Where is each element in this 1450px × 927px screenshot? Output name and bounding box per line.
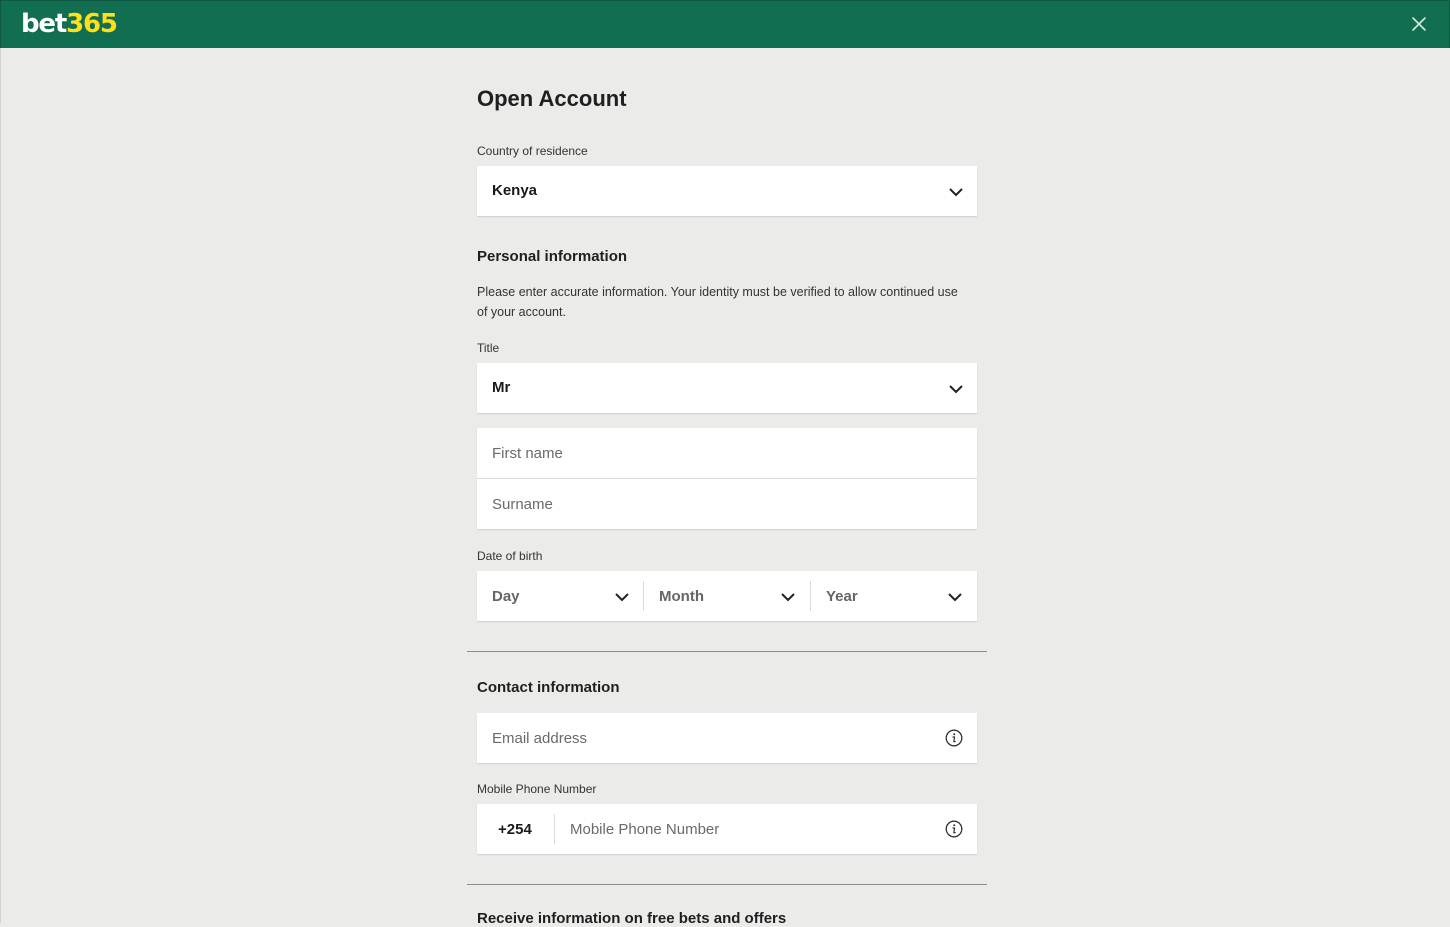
country-label: Country of residence xyxy=(477,144,588,158)
first-name-placeholder: First name xyxy=(492,445,563,462)
first-name-input[interactable]: First name xyxy=(477,428,977,478)
logo-text-bet: bet xyxy=(21,9,67,39)
date-of-birth-selects: Day Month Year xyxy=(477,571,977,621)
page-body: Open Account Country of residence Kenya … xyxy=(0,48,1450,927)
top-bar: bet365 xyxy=(0,0,1450,48)
title-label: Title xyxy=(477,341,500,355)
logo-text-365: 365 xyxy=(66,9,118,39)
country-code-prefix: +254 xyxy=(498,821,532,838)
email-field[interactable]: Email address xyxy=(477,713,977,763)
chevron-down-icon xyxy=(948,593,962,602)
date-of-birth-label: Date of birth xyxy=(477,549,543,563)
bet365-logo[interactable]: bet365 xyxy=(21,7,118,41)
section-divider xyxy=(467,651,987,652)
country-select[interactable]: Kenya xyxy=(477,166,977,216)
title-value: Mr xyxy=(492,379,511,396)
info-icon[interactable] xyxy=(945,729,963,747)
prefix-separator xyxy=(554,814,555,844)
close-icon xyxy=(1412,17,1426,31)
chevron-down-icon xyxy=(615,593,629,602)
personal-information-heading: Personal information xyxy=(477,248,628,265)
chevron-down-icon xyxy=(781,593,795,602)
mobile-phone-label: Mobile Phone Number xyxy=(477,782,597,796)
dob-month-select[interactable]: Month xyxy=(644,571,810,621)
dob-year-select[interactable]: Year xyxy=(811,571,977,621)
mobile-phone-field[interactable]: +254 Mobile Phone Number xyxy=(477,804,977,854)
section-divider xyxy=(467,884,987,885)
dob-year-label: Year xyxy=(826,588,858,605)
chevron-down-icon xyxy=(949,188,963,197)
surname-placeholder: Surname xyxy=(492,496,553,513)
page-title: Open Account xyxy=(477,86,627,111)
chevron-down-icon xyxy=(949,385,963,394)
personal-information-helper: Please enter accurate information. Your … xyxy=(477,285,958,319)
dob-day-select[interactable]: Day xyxy=(477,571,643,621)
mobile-phone-placeholder: Mobile Phone Number xyxy=(570,821,720,838)
email-placeholder: Email address xyxy=(492,730,588,747)
title-select[interactable]: Mr xyxy=(477,363,977,413)
surname-input[interactable]: Surname xyxy=(477,479,977,529)
offers-heading: Receive information on free bets and off… xyxy=(477,910,787,927)
info-icon[interactable] xyxy=(945,820,963,838)
contact-information-heading: Contact information xyxy=(477,679,620,696)
close-button[interactable] xyxy=(1409,14,1429,34)
dob-day-label: Day xyxy=(492,588,520,605)
dob-month-label: Month xyxy=(659,588,704,605)
country-value: Kenya xyxy=(492,182,538,199)
